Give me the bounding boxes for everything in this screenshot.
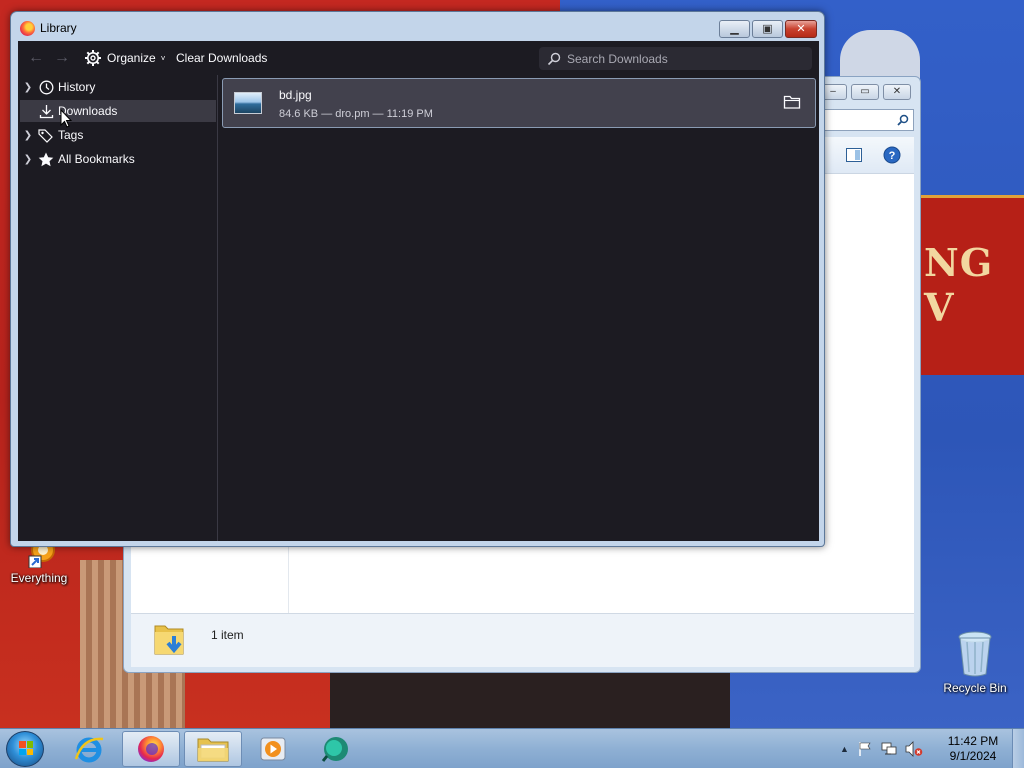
chevron-right-icon[interactable]: ❯: [20, 154, 36, 165]
clear-downloads-button[interactable]: Clear Downloads: [176, 51, 267, 65]
maximize-button[interactable]: ▣: [752, 20, 783, 38]
sidebar-item-history[interactable]: ❯ History: [20, 76, 216, 98]
desktop-icon-label: Everything: [10, 571, 68, 585]
download-filename: bd.jpg: [279, 88, 312, 102]
explorer-item-count: 1 item: [211, 628, 244, 642]
sidebar-item-label: History: [58, 80, 96, 94]
gear-icon: [85, 50, 101, 66]
action-center-flag-icon[interactable]: [857, 741, 873, 757]
desktop-icon-recycle-bin[interactable]: Recycle Bin: [940, 630, 1010, 695]
recycle-bin-icon: [958, 631, 992, 677]
folder-icon: [197, 738, 229, 762]
explorer-search-input[interactable]: [824, 109, 914, 131]
wallpaper-light: [840, 30, 920, 80]
taskbar-file-explorer[interactable]: [184, 731, 242, 767]
clock-time: 11:42 PM: [947, 734, 999, 748]
library-titlebar[interactable]: Library ▁ ▣ ✕: [11, 12, 824, 42]
network-icon[interactable]: [881, 741, 897, 757]
sidebar-item-downloads[interactable]: Downloads: [20, 100, 216, 122]
taskbar-media-player[interactable]: [244, 731, 302, 767]
search-icon: [547, 52, 561, 65]
search-downloads-field[interactable]: [539, 47, 812, 70]
explorer-status-bar: 1 item: [131, 613, 914, 667]
search-downloads-input[interactable]: [567, 51, 797, 66]
clock-date: 9/1/2024: [949, 749, 997, 763]
explorer-maximize-button[interactable]: ▭: [851, 84, 879, 100]
ie-icon: [74, 737, 104, 763]
taskbar-internet-explorer[interactable]: [60, 731, 118, 767]
taskbar-clock[interactable]: 11:42 PM 9/1/2024: [940, 734, 1006, 764]
volume-muted-icon[interactable]: [905, 741, 923, 757]
back-arrow-icon[interactable]: ←: [28, 49, 44, 67]
clock-icon: [36, 79, 56, 95]
desktop-icon-label: Recycle Bin: [943, 681, 1007, 695]
sidebar-item-all-bookmarks[interactable]: ❯ All Bookmarks: [20, 148, 216, 170]
library-window[interactable]: Library ▁ ▣ ✕ ← → Organize ˅ Clear Downl…: [10, 11, 825, 547]
taskbar-app[interactable]: [306, 731, 364, 767]
window-title: Library: [40, 21, 77, 35]
organize-button[interactable]: Organize ˅: [84, 48, 165, 68]
chevron-right-icon[interactable]: ❯: [20, 82, 36, 93]
firefox-icon: [138, 736, 164, 762]
firefox-icon: [20, 21, 35, 36]
media-player-icon: [260, 737, 286, 761]
chevron-right-icon[interactable]: ❯: [20, 130, 36, 141]
download-icon: [36, 103, 56, 119]
sidebar-item-label: Tags: [58, 128, 84, 142]
forward-arrow-icon[interactable]: →: [54, 49, 70, 67]
chevron-down-icon: ˅: [160, 53, 166, 63]
explorer-close-button[interactable]: ✕: [883, 84, 911, 100]
star-icon: [36, 151, 56, 167]
sidebar-item-tags[interactable]: ❯ Tags: [20, 124, 216, 146]
organize-label: Organize: [107, 51, 156, 65]
library-sidebar: ❯ History Downloads ❯ Tags ❯ All Bookmar…: [18, 75, 218, 541]
mouse-cursor-icon: [60, 109, 72, 128]
show-hidden-icons-icon[interactable]: ▲: [840, 744, 849, 754]
windows-logo-icon: [19, 741, 33, 755]
library-toolbar: ← → Organize ˅ Clear Downloads: [18, 41, 819, 75]
start-button[interactable]: [6, 731, 44, 767]
system-tray: ▲: [840, 729, 923, 768]
preview-pane-icon[interactable]: [846, 148, 862, 162]
search-icon: [897, 114, 909, 126]
sidebar-item-label: All Bookmarks: [58, 152, 135, 166]
folder-icon[interactable]: [783, 94, 801, 110]
image-thumbnail-icon: [234, 92, 262, 114]
download-item[interactable]: bd.jpg 84.6 KB — dro.pm — 11:19 PM: [222, 78, 816, 128]
wallpaper-banner-text: NG V: [924, 240, 994, 330]
close-button[interactable]: ✕: [785, 20, 817, 38]
downloads-folder-icon: [154, 625, 184, 655]
app-icon: [321, 737, 348, 762]
help-icon[interactable]: ?: [883, 146, 901, 164]
svg-text:?: ?: [889, 150, 896, 162]
downloads-list: bd.jpg 84.6 KB — dro.pm — 11:19 PM: [219, 75, 819, 541]
show-desktop-button[interactable]: [1012, 729, 1024, 768]
taskbar: ▲ 11:42 PM 9/1/2024: [0, 728, 1024, 768]
minimize-button[interactable]: ▁: [719, 20, 750, 38]
wallpaper-dark: [330, 670, 730, 728]
taskbar-firefox[interactable]: [122, 731, 180, 767]
download-details: 84.6 KB — dro.pm — 11:19 PM: [279, 108, 433, 120]
library-body: ← → Organize ˅ Clear Downloads Search Do…: [18, 41, 819, 541]
tag-icon: [36, 127, 56, 143]
